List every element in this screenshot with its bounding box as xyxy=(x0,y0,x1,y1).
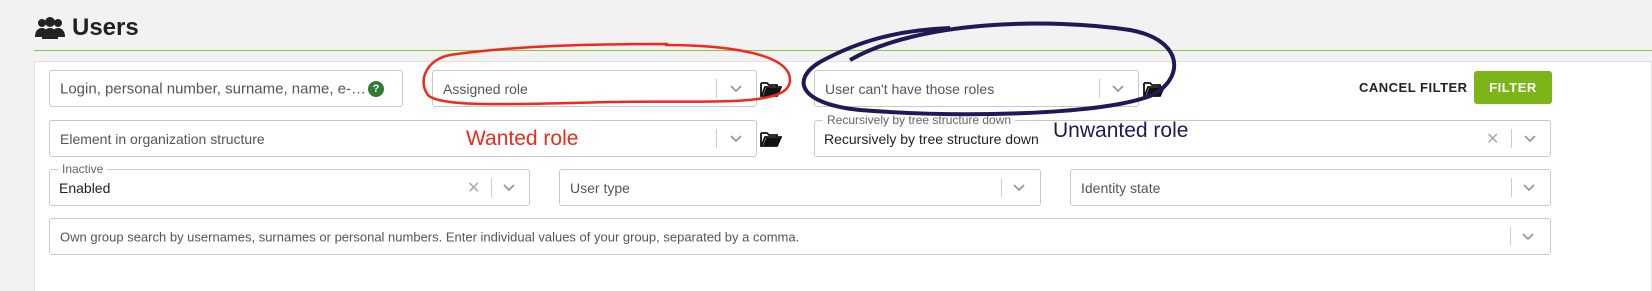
divider xyxy=(1510,227,1511,246)
clear-icon[interactable]: ✕ xyxy=(467,178,480,198)
unwanted-role-annotation: Unwanted role xyxy=(1053,119,1189,142)
filter-button[interactable]: FILTER xyxy=(1474,71,1552,104)
org-structure-placeholder: Element in organization structure xyxy=(60,130,265,147)
excluded-roles-placeholder: User can't have those roles xyxy=(825,80,995,97)
search-input[interactable]: Login, personal number, surname, name, e… xyxy=(49,70,403,107)
chevron-down-icon[interactable] xyxy=(502,183,516,193)
clear-icon[interactable]: ✕ xyxy=(1486,129,1499,149)
user-type-placeholder: User type xyxy=(570,179,630,196)
title-divider xyxy=(34,50,1652,51)
group-search-select[interactable]: Own group search by usernames, surnames … xyxy=(49,218,1551,255)
identity-state-placeholder: Identity state xyxy=(1081,179,1161,196)
wanted-role-annotation: Wanted role xyxy=(466,127,579,150)
identity-state-select[interactable]: Identity state xyxy=(1070,169,1551,206)
folder-open-icon[interactable] xyxy=(760,130,782,148)
chevron-down-icon[interactable] xyxy=(1523,134,1537,144)
assigned-role-placeholder: Assigned role xyxy=(443,80,528,97)
divider xyxy=(1511,129,1512,148)
page-title: Users xyxy=(34,10,139,46)
excluded-roles-select[interactable]: User can't have those roles xyxy=(814,70,1139,107)
assigned-role-select[interactable]: Assigned role xyxy=(432,70,757,107)
users-icon xyxy=(35,17,65,39)
org-structure-select[interactable]: Element in organization structure xyxy=(49,120,757,157)
user-type-select[interactable]: User type xyxy=(559,169,1041,206)
divider xyxy=(1099,79,1100,98)
help-icon[interactable]: ? xyxy=(368,81,384,97)
inactive-label: Inactive xyxy=(58,162,108,176)
inactive-value: Enabled xyxy=(59,179,111,196)
recursion-label: Recursively by tree structure down xyxy=(823,113,1016,127)
divider xyxy=(716,129,717,148)
divider xyxy=(1001,178,1002,197)
chevron-down-icon[interactable] xyxy=(1521,232,1535,242)
divider xyxy=(716,79,717,98)
folder-open-icon[interactable] xyxy=(1143,80,1165,98)
folder-open-icon[interactable] xyxy=(760,80,782,98)
group-search-placeholder: Own group search by usernames, surnames … xyxy=(60,229,800,244)
chevron-down-icon[interactable] xyxy=(729,134,743,144)
chevron-down-icon[interactable] xyxy=(1111,84,1125,94)
cancel-filter-button[interactable]: CANCEL FILTER xyxy=(1359,80,1468,95)
chevron-down-icon[interactable] xyxy=(729,84,743,94)
inactive-select[interactable]: Inactive Enabled ✕ xyxy=(49,162,530,206)
recursion-value: Recursively by tree structure down xyxy=(824,130,1039,147)
users-page: Users Login, personal number, surname, n… xyxy=(0,0,1652,291)
divider xyxy=(491,178,492,197)
chevron-down-icon[interactable] xyxy=(1012,183,1026,193)
chevron-down-icon[interactable] xyxy=(1522,183,1536,193)
search-placeholder: Login, personal number, surname, name, e… xyxy=(60,80,374,97)
page-title-text: Users xyxy=(72,14,139,41)
divider xyxy=(1511,178,1512,197)
